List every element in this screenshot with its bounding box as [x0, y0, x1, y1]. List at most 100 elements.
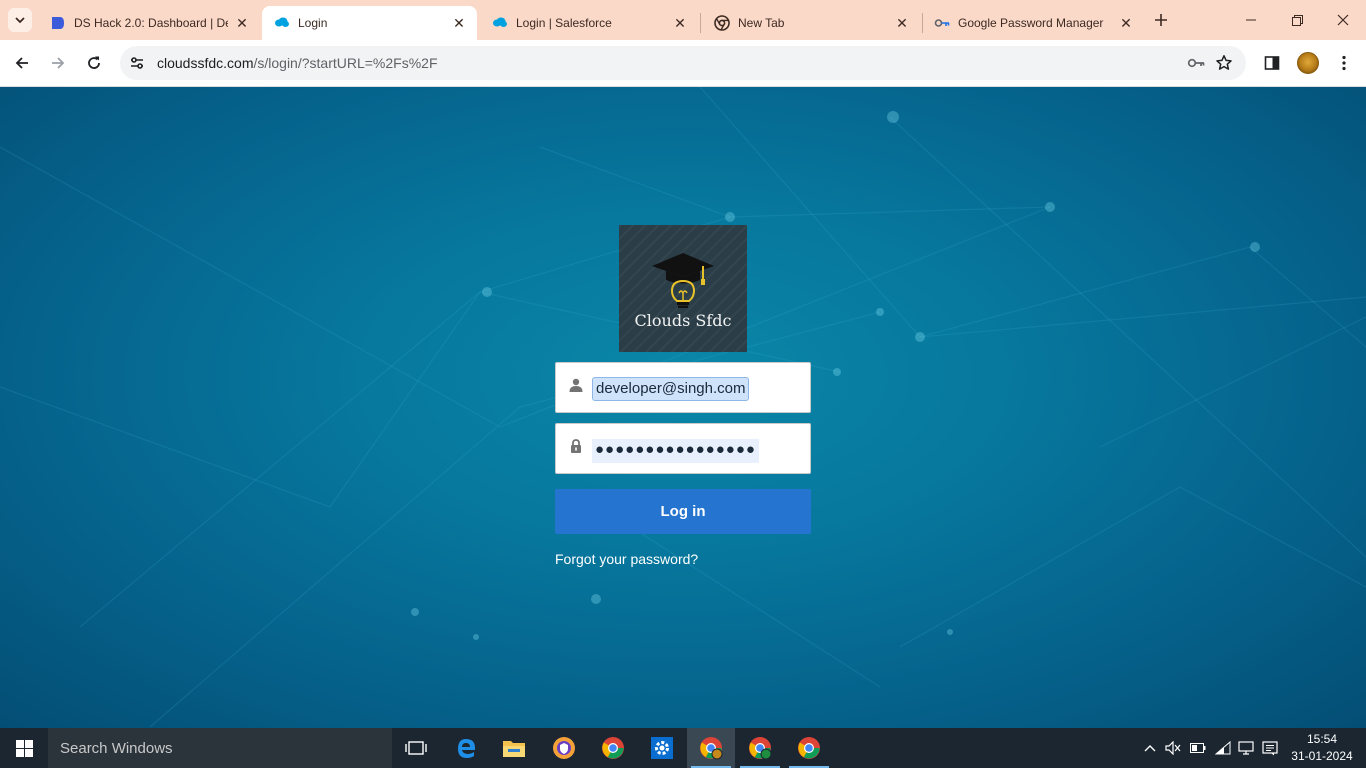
tab-separator — [700, 13, 701, 33]
tab-search-button[interactable] — [8, 8, 32, 32]
close-window-button[interactable] — [1320, 0, 1366, 40]
chevron-down-icon — [15, 17, 25, 24]
close-icon[interactable]: ✕ — [451, 15, 467, 31]
username-field[interactable]: developer@singh.com — [555, 362, 811, 413]
tab-title: New Tab — [738, 16, 785, 30]
clock-time: 15:54 — [1306, 732, 1338, 746]
password-key-button[interactable] — [1182, 49, 1210, 77]
chrome-icon — [798, 737, 820, 759]
taskbar-search-box[interactable]: Search Windows — [48, 728, 392, 768]
monitor-icon — [1238, 741, 1254, 755]
tune-icon — [131, 57, 143, 69]
salesforce-cloud-icon — [274, 15, 290, 31]
taskbar-chrome-profile-3[interactable] — [785, 728, 833, 768]
tab-password-manager[interactable]: Google Password Manager ✕ — [922, 6, 1144, 40]
task-view-button[interactable] — [392, 728, 440, 768]
username-input[interactable]: developer@singh.com — [592, 377, 750, 401]
close-icon[interactable]: ✕ — [234, 15, 250, 31]
profile-button[interactable] — [1293, 48, 1323, 78]
close-icon[interactable]: ✕ — [672, 15, 688, 31]
display-button[interactable] — [1234, 728, 1258, 768]
login-button[interactable]: Log in — [555, 489, 811, 534]
notifications-button[interactable] — [1258, 728, 1282, 768]
minimize-icon — [1246, 19, 1256, 21]
edge-icon — [458, 739, 475, 758]
reload-button[interactable] — [79, 48, 109, 78]
chrome-icon — [714, 15, 730, 31]
action-center-icon — [1262, 740, 1278, 755]
wifi-icon — [1215, 741, 1231, 755]
address-bar[interactable]: cloudssfdc.com/s/login/?startURL=%2Fs%2F — [120, 46, 1246, 80]
key-icon — [1187, 58, 1205, 68]
tab-title: Login | Salesforce — [516, 16, 612, 30]
tab-new-tab[interactable]: New Tab ✕ — [702, 6, 920, 40]
settings-gear-icon — [651, 737, 673, 759]
url-text[interactable]: cloudssfdc.com/s/login/?startURL=%2Fs%2F — [157, 55, 1182, 71]
login-page: Clouds Sfdc developer@singh.com ●●●●●●●●… — [0, 87, 1366, 728]
url-host: cloudssfdc.com — [157, 55, 254, 71]
star-icon — [1216, 55, 1232, 70]
show-hidden-icons-button[interactable] — [1138, 728, 1162, 768]
close-icon[interactable]: ✕ — [894, 15, 910, 31]
chrome-icon — [602, 737, 624, 759]
restore-icon — [1291, 14, 1303, 26]
plus-icon — [1155, 14, 1167, 26]
windows-taskbar: Search Windows 15:54 31-01-2024 — [0, 728, 1366, 768]
battery-icon — [1190, 743, 1206, 753]
site-info-button[interactable] — [123, 49, 151, 77]
network-button[interactable] — [1211, 728, 1235, 768]
more-vertical-icon — [1342, 55, 1346, 71]
tab-ds-hack[interactable]: DS Hack 2.0: Dashboard | De ✕ — [38, 6, 260, 40]
logo-text: Clouds Sfdc — [634, 311, 732, 330]
clouds-sfdc-logo: Clouds Sfdc — [619, 225, 747, 352]
bookmark-button[interactable] — [1210, 49, 1238, 77]
chrome-menu-button[interactable] — [1329, 48, 1359, 78]
forgot-password-link[interactable]: Forgot your password? — [555, 551, 698, 567]
windows-logo-icon — [15, 739, 33, 757]
folder-icon — [503, 741, 525, 757]
password-input[interactable]: ●●●●●●●●●●●●●●●● — [592, 439, 759, 463]
start-button[interactable] — [0, 728, 48, 768]
arrow-right-icon — [52, 57, 65, 69]
tab-strip: DS Hack 2.0: Dashboard | De ✕ Login ✕ Lo… — [0, 0, 1366, 40]
password-manager-key-icon — [934, 15, 950, 31]
password-field[interactable]: ●●●●●●●●●●●●●●●● — [555, 423, 811, 474]
taskbar-clock[interactable]: 15:54 31-01-2024 — [1284, 731, 1360, 765]
tab-login-salesforce[interactable]: Login | Salesforce ✕ — [480, 6, 698, 40]
clock-date: 31-01-2024 — [1291, 749, 1353, 763]
volume-button[interactable] — [1161, 728, 1185, 768]
tab-title: Google Password Manager — [958, 16, 1104, 30]
forward-button[interactable] — [43, 48, 73, 78]
brave-vpn-icon — [553, 737, 575, 759]
tab-title: Login — [298, 16, 328, 30]
taskbar-chrome[interactable] — [589, 728, 637, 768]
taskbar-brave[interactable] — [540, 728, 588, 768]
lock-icon — [568, 438, 584, 454]
side-panel-button[interactable] — [1257, 48, 1287, 78]
new-tab-button[interactable] — [1150, 9, 1172, 31]
volume-muted-icon — [1165, 741, 1181, 755]
restore-button[interactable] — [1274, 0, 1320, 40]
task-view-icon — [405, 741, 427, 755]
close-icon[interactable]: ✕ — [1118, 15, 1134, 31]
taskbar-settings[interactable] — [638, 728, 686, 768]
taskbar-chrome-profile-1[interactable] — [687, 728, 735, 768]
close-icon — [1337, 14, 1349, 26]
taskbar-search-placeholder: Search Windows — [60, 739, 173, 757]
browser-toolbar: cloudssfdc.com/s/login/?startURL=%2Fs%2F — [0, 40, 1366, 87]
graduation-cap-bulb-icon — [652, 253, 714, 308]
ds-hack-icon — [50, 15, 66, 31]
battery-button[interactable] — [1186, 728, 1210, 768]
tab-login[interactable]: Login ✕ — [262, 6, 477, 40]
taskbar-chrome-profile-2[interactable] — [736, 728, 784, 768]
chrome-icon — [749, 737, 772, 760]
minimize-button[interactable] — [1228, 0, 1274, 40]
reload-icon — [88, 56, 100, 69]
url-path: /s/login/?startURL=%2Fs%2F — [253, 55, 438, 71]
avatar — [1297, 52, 1319, 74]
salesforce-cloud-icon — [492, 15, 508, 31]
tab-title: DS Hack 2.0: Dashboard | De — [74, 16, 228, 30]
taskbar-edge[interactable] — [442, 728, 490, 768]
back-button[interactable] — [7, 48, 37, 78]
taskbar-file-explorer[interactable] — [490, 728, 538, 768]
